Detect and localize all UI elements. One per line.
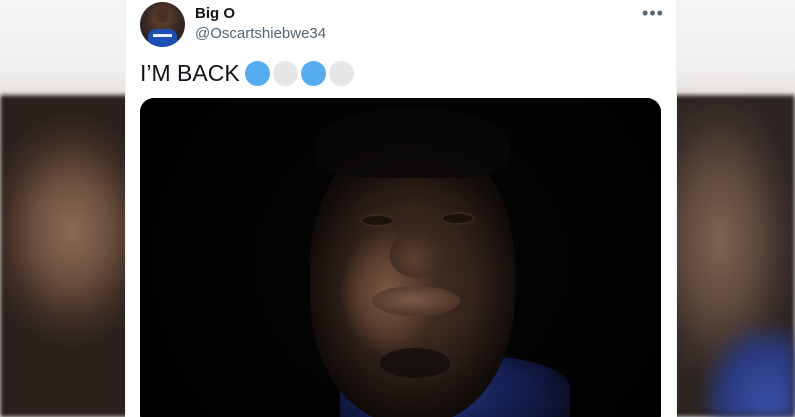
avatar[interactable]: [140, 2, 185, 47]
white-circle-emoji-icon: [272, 61, 298, 86]
user-handle[interactable]: @Oscartshiebwe34: [195, 25, 326, 42]
blue-circle-emoji-icon: [244, 61, 270, 86]
screenshot-stage: Big O @Oscartshiebwe34 ••• I’M BACK: [0, 0, 795, 417]
tweet-video[interactable]: [140, 98, 661, 417]
blurred-background-left: [0, 0, 130, 417]
more-options-icon[interactable]: •••: [638, 4, 668, 24]
emoji-group: [244, 61, 354, 86]
blurred-background-right: [670, 0, 795, 417]
tweet-text: I’M BACK: [140, 60, 354, 87]
white-circle-emoji-icon: [328, 61, 354, 86]
video-vignette: [140, 98, 661, 417]
tweet-card[interactable]: Big O @Oscartshiebwe34 ••• I’M BACK: [125, 0, 677, 417]
display-name[interactable]: Big O: [195, 5, 235, 22]
blue-circle-emoji-icon: [300, 61, 326, 86]
tweet-text-content: I’M BACK: [140, 60, 240, 86]
